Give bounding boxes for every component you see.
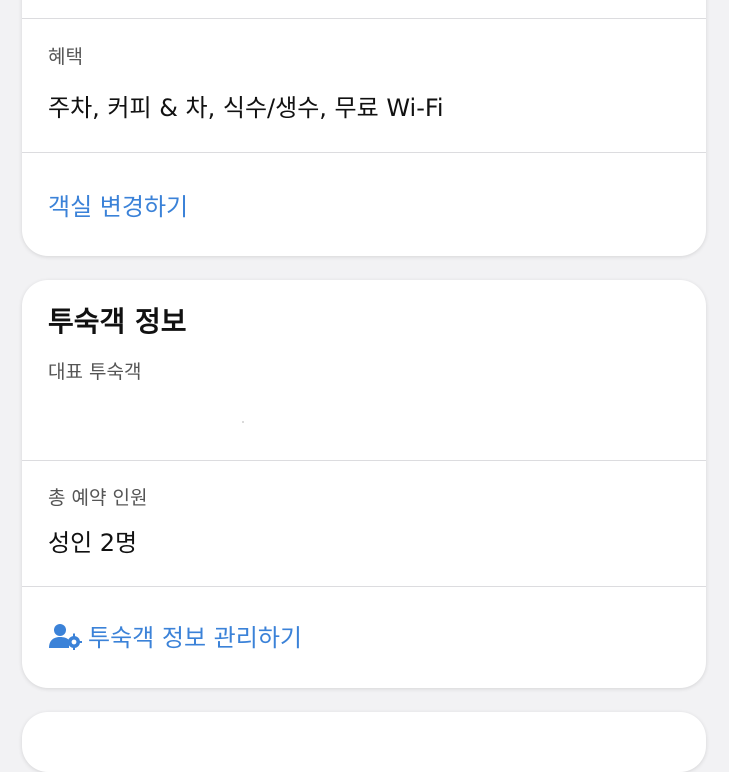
divider: [22, 586, 706, 587]
total-guests-value: 성인 2명: [48, 529, 138, 557]
user-gear-icon: [49, 623, 82, 650]
lead-guest-label: 대표 투숙객: [48, 361, 142, 383]
guest-info-card: 투숙객 정보 대표 투숙객 총 예약 인원 성인 2명 투숙객 정보 관리하기: [22, 280, 706, 688]
divider: [22, 460, 706, 461]
next-card: [22, 712, 706, 772]
benefits-label: 혜택: [48, 46, 83, 68]
manage-guest-info-label: 투숙객 정보 관리하기: [88, 624, 302, 652]
room-info-card: 혜택 주차, 커피 & 차, 식수/생수, 무료 Wi-Fi 객실 변경하기: [22, 0, 706, 256]
placeholder-dot: [242, 421, 244, 423]
benefits-value: 주차, 커피 & 차, 식수/생수, 무료 Wi-Fi: [48, 94, 444, 122]
manage-guest-info-link[interactable]: 투숙객 정보 관리하기: [48, 618, 302, 653]
divider: [22, 152, 706, 153]
divider: [22, 18, 706, 19]
guest-info-title: 투숙객 정보: [48, 305, 187, 338]
total-guests-label: 총 예약 인원: [48, 487, 148, 509]
change-room-link[interactable]: 객실 변경하기: [48, 187, 188, 222]
